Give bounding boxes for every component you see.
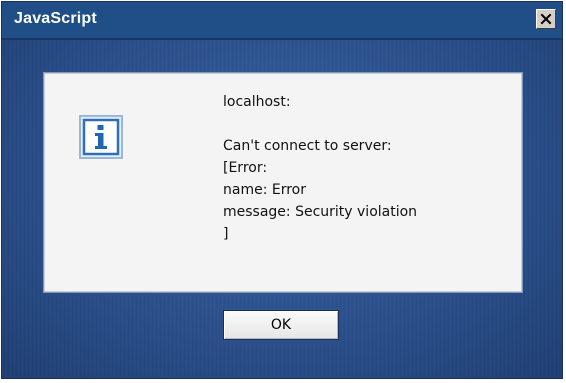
message-origin: localhost: xyxy=(223,94,291,110)
alert-dialog: JavaScript localhost: Can't connect to s… xyxy=(1,1,563,379)
window-title: JavaScript xyxy=(14,10,97,27)
message-line: name: Error xyxy=(223,182,306,198)
message-text: localhost: Can't connect to server: [Err… xyxy=(223,91,417,245)
message-line: [Error: xyxy=(223,160,268,176)
close-button[interactable] xyxy=(536,9,556,29)
ok-button[interactable]: OK xyxy=(223,310,339,340)
title-bar[interactable]: JavaScript xyxy=(2,2,562,40)
message-spacer xyxy=(223,113,417,135)
message-panel: localhost: Can't connect to server: [Err… xyxy=(44,73,522,292)
info-icon xyxy=(79,115,123,159)
dialog-body: localhost: Can't connect to server: [Err… xyxy=(2,40,562,378)
message-line: Can't connect to server: xyxy=(223,138,392,154)
message-line: ] xyxy=(223,226,229,242)
close-icon xyxy=(540,13,552,25)
message-line: message: Security violation xyxy=(223,204,418,220)
